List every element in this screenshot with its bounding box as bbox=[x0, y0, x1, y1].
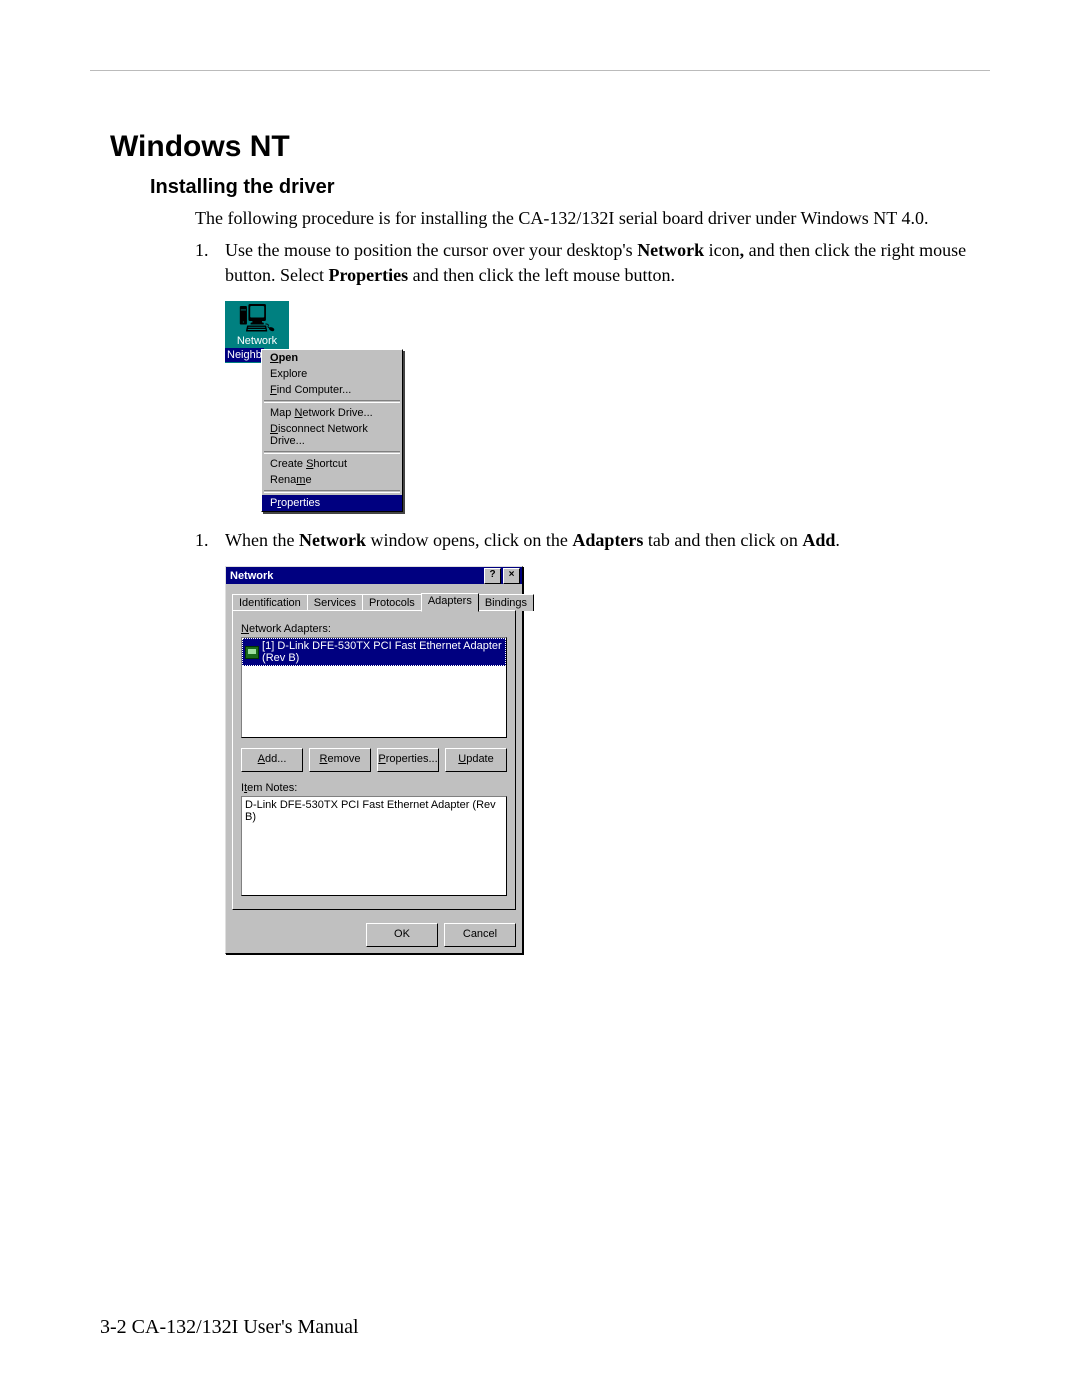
item-notes-label: Item Notes: bbox=[241, 782, 507, 794]
tab-adapters[interactable]: Adapters bbox=[421, 593, 479, 612]
step-1-text-a: Use the mouse to position the cursor ove… bbox=[225, 240, 637, 260]
add-button[interactable]: Add... bbox=[241, 748, 303, 772]
ctx-map-network-drive[interactable]: Map Network Drive... bbox=[262, 405, 402, 421]
titlebar-help-button[interactable]: ? bbox=[484, 568, 501, 584]
remove-button[interactable]: Remove bbox=[309, 748, 371, 772]
step-2-text-e: tab and then click on bbox=[643, 530, 802, 550]
desktop-icon-label-line2-bg: Neighb bbox=[225, 349, 261, 363]
desktop-icon-cell[interactable]: 🖳 Network bbox=[225, 301, 289, 349]
document-page: Windows NT Installing the driver The fol… bbox=[0, 0, 1080, 1397]
tab-bindings[interactable]: Bindings bbox=[478, 594, 534, 611]
update-button[interactable]: Update bbox=[445, 748, 507, 772]
ctx-separator-2 bbox=[264, 451, 400, 454]
step-2-text-c: window opens, click on the bbox=[366, 530, 572, 550]
ctx-separator-3 bbox=[264, 490, 400, 493]
titlebar-close-button[interactable]: × bbox=[503, 568, 520, 584]
ctx-rename[interactable]: Rename bbox=[262, 472, 402, 488]
step-1-bold-network: Network bbox=[637, 240, 704, 260]
step-1-text-g: and then click the left mouse button. bbox=[408, 265, 675, 285]
tab-identification[interactable]: Identification bbox=[232, 594, 308, 611]
screenshot-network-dialog: Network ? × Identification Services Prot… bbox=[225, 566, 990, 954]
adapter-list-item-text: [1] D-Link DFE-530TX PCI Fast Ethernet A… bbox=[262, 640, 503, 664]
network-adapters-listbox[interactable]: [1] D-Link DFE-530TX PCI Fast Ethernet A… bbox=[241, 637, 507, 738]
ctx-explore[interactable]: Explore bbox=[262, 366, 402, 382]
ctx-properties[interactable]: Properties bbox=[262, 495, 402, 511]
dialog-titlebar[interactable]: Network ? × bbox=[226, 567, 522, 584]
tab-protocols[interactable]: Protocols bbox=[362, 594, 422, 611]
ok-button[interactable]: OK bbox=[366, 923, 438, 947]
network-adapters-label: Network Adapters: bbox=[241, 623, 507, 635]
network-dialog-window: Network ? × Identification Services Prot… bbox=[225, 566, 523, 954]
context-menu: Open Explore Find Computer... Map Networ… bbox=[261, 349, 403, 512]
network-neighborhood-icon: 🖳 bbox=[225, 305, 289, 333]
step-1-bold-properties: Properties bbox=[328, 265, 408, 285]
cancel-button[interactable]: Cancel bbox=[444, 923, 516, 947]
tab-strip: Identification Services Protocols Adapte… bbox=[232, 592, 516, 611]
intro-paragraph: The following procedure is for installin… bbox=[195, 207, 990, 230]
desktop-icon-label-line2: Neighb bbox=[225, 348, 264, 362]
properties-button[interactable]: Properties... bbox=[377, 748, 439, 772]
desktop-icon-label-line1: Network bbox=[225, 335, 289, 347]
heading-windows-nt: Windows NT bbox=[110, 130, 990, 164]
ctx-open[interactable]: Open bbox=[262, 350, 402, 366]
page-footer: 3-2 CA-132/132I User's Manual bbox=[100, 1316, 359, 1339]
screenshot-context-menu: 🖳 Network Neighb Open Explore Find Compu… bbox=[225, 301, 990, 512]
tab-services[interactable]: Services bbox=[307, 594, 363, 611]
dialog-title: Network bbox=[230, 570, 482, 582]
step-2-bold-network: Network bbox=[299, 530, 366, 550]
network-card-icon bbox=[245, 646, 259, 659]
ctx-separator-1 bbox=[264, 400, 400, 403]
step-2-bold-add: Add bbox=[802, 530, 835, 550]
step-2: When the Network window opens, click on … bbox=[195, 528, 990, 552]
tab-panel-adapters: Network Adapters: [1] D-Link DFE-530TX P… bbox=[232, 610, 516, 910]
ctx-disconnect-network-drive[interactable]: Disconnect Network Drive... bbox=[262, 421, 402, 449]
step-2-bold-adapters: Adapters bbox=[572, 530, 643, 550]
step-2-text-g: . bbox=[835, 530, 840, 550]
subheading-installing-driver: Installing the driver bbox=[150, 176, 990, 199]
step-2-text-a: When the bbox=[225, 530, 299, 550]
step-1-text-c: icon bbox=[704, 240, 740, 260]
ctx-find-computer[interactable]: Find Computer... bbox=[262, 382, 402, 398]
step-1: Use the mouse to position the cursor ove… bbox=[195, 238, 990, 287]
item-notes-textbox: D-Link DFE-530TX PCI Fast Ethernet Adapt… bbox=[241, 796, 507, 896]
page-rule bbox=[90, 70, 990, 71]
adapter-list-item-selected[interactable]: [1] D-Link DFE-530TX PCI Fast Ethernet A… bbox=[242, 638, 506, 666]
ctx-create-shortcut[interactable]: Create Shortcut bbox=[262, 456, 402, 472]
